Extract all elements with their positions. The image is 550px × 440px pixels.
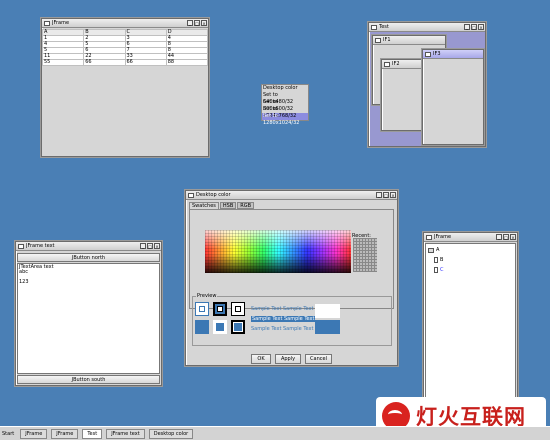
jframe-table-window[interactable]: JFrame _ □ × A B C D 1 2 3 4 4 5 6 8 5 6 7 8 11 22 33 44 5… xyxy=(41,18,209,157)
maximize-icon[interactable]: □ xyxy=(471,24,477,30)
iconify-icon[interactable]: _ xyxy=(464,24,470,30)
menu-header: Desktop color xyxy=(263,85,298,91)
title-bar[interactable]: Desktop color _ □ × xyxy=(186,191,397,200)
data-table[interactable]: A B C D 1 2 3 4 4 5 6 8 5 6 7 8 11 22 33 44 55 66 66 88 xyxy=(41,29,209,66)
start-button[interactable]: Start xyxy=(2,431,14,437)
table-scroll[interactable]: A B C D 1 2 3 4 4 5 6 8 5 6 7 8 11 22 33 44 55 66 66 88 xyxy=(41,29,209,156)
task-button[interactable]: JFrame text xyxy=(106,428,145,439)
preview-label: Preview xyxy=(196,293,218,299)
south-button[interactable]: JButton south xyxy=(17,375,160,384)
window-icon xyxy=(371,24,377,30)
maximize-icon[interactable]: □ xyxy=(147,243,153,249)
window-title: JFrame text xyxy=(26,243,55,249)
sample-text: Sample Text xyxy=(283,316,316,322)
tree-node-root[interactable]: A xyxy=(428,245,513,255)
sample-text: Sample Text xyxy=(251,316,284,322)
table-cell[interactable]: 55 xyxy=(41,59,85,66)
menu-item-640[interactable]: Set to 640x480/32 xyxy=(262,92,308,105)
frame-title: IF1 xyxy=(383,37,391,43)
taskbar: Start JFrame JFrame Test JFrame text Des… xyxy=(0,426,550,440)
table-cell[interactable]: 66 xyxy=(83,59,126,66)
table-row[interactable]: 55 66 66 88 xyxy=(41,59,209,66)
title-bar[interactable]: JFrame text _ □ × xyxy=(16,242,161,251)
close-icon[interactable]: × xyxy=(154,243,160,249)
tab-swatches[interactable]: Swatches xyxy=(189,202,219,209)
color-swatch-grid[interactable] xyxy=(205,230,351,273)
tab-hsb[interactable]: HSB xyxy=(219,202,237,209)
table-cell[interactable]: 88 xyxy=(165,59,209,66)
window-icon xyxy=(426,234,432,240)
frame-icon xyxy=(425,51,431,57)
desktop-popup-menu[interactable]: Desktop color Set to 640x480/32 Set to 8… xyxy=(261,84,309,126)
window-title: JFrame xyxy=(52,20,70,26)
frame-icon xyxy=(375,37,381,43)
window-icon xyxy=(188,192,194,198)
title-bar[interactable]: JFrame _ □ × xyxy=(424,233,517,242)
north-button[interactable]: JButton north xyxy=(17,253,160,262)
jframe-text-window[interactable]: JFrame text _ □ × JButton north JTextArea … xyxy=(15,241,162,386)
recent-swatches[interactable] xyxy=(353,238,377,272)
text-area[interactable]: JTextArea text abc 123 xyxy=(17,263,160,374)
tree-node[interactable]: C xyxy=(428,265,513,275)
title-bar[interactable]: Test _ □ × xyxy=(369,23,485,32)
internal-frame-if3[interactable]: IF3 xyxy=(422,49,484,145)
title-bar[interactable]: JFrame _ □ × xyxy=(42,19,208,28)
maximize-icon[interactable]: □ xyxy=(194,20,200,26)
title-bar[interactable]: IF3 xyxy=(423,50,483,59)
task-button[interactable]: Desktop color xyxy=(148,428,194,439)
title-bar[interactable]: IF1 xyxy=(373,36,445,45)
maximize-icon[interactable]: □ xyxy=(383,192,389,198)
window-icon xyxy=(44,20,50,26)
window-title: Test xyxy=(379,24,389,30)
window-title: JFrame xyxy=(434,234,452,240)
task-button[interactable]: JFrame xyxy=(20,428,48,439)
test-window[interactable]: Test _ □ × IF1 IF2 IF3 xyxy=(368,22,486,147)
window-icon xyxy=(18,243,24,249)
task-button-active[interactable]: Test xyxy=(82,428,103,439)
frame-title: IF3 xyxy=(433,51,441,57)
jframe-tree-window[interactable]: JFrame _ □ × A B C xyxy=(423,232,518,402)
close-icon[interactable]: × xyxy=(510,234,516,240)
task-button[interactable]: JFrame xyxy=(51,428,79,439)
folder-icon xyxy=(428,247,434,253)
sample-text: Sample Text xyxy=(283,306,314,312)
table-cell[interactable]: 66 xyxy=(124,59,167,66)
tree-node-label: C xyxy=(440,267,444,273)
file-icon xyxy=(434,257,438,263)
tab-rgb[interactable]: RGB xyxy=(237,202,255,209)
frame-icon xyxy=(384,61,390,67)
cancel-button[interactable]: Cancel xyxy=(305,354,332,364)
iconify-icon[interactable]: _ xyxy=(376,192,382,198)
ok-button[interactable]: OK xyxy=(251,354,271,364)
iconify-icon[interactable]: _ xyxy=(496,234,502,240)
close-icon[interactable]: × xyxy=(201,20,207,26)
iconify-icon[interactable]: _ xyxy=(140,243,146,249)
desktop-color-dialog[interactable]: Desktop color _ □ × Swatches HSB RGB Recen… xyxy=(185,190,398,366)
close-icon[interactable]: × xyxy=(390,192,396,198)
tree-node-label: B xyxy=(440,257,444,263)
file-icon xyxy=(434,267,438,273)
sample-text: Sample Text xyxy=(251,306,282,312)
tree-view[interactable]: A B C xyxy=(425,243,516,400)
apply-button[interactable]: Apply xyxy=(275,354,301,364)
maximize-icon[interactable]: □ xyxy=(503,234,509,240)
close-icon[interactable]: × xyxy=(478,24,484,30)
dialog-title: Desktop color xyxy=(196,192,231,198)
tree-node[interactable]: B xyxy=(428,255,513,265)
sample-text: Sample Text xyxy=(283,326,314,332)
iconify-icon[interactable]: _ xyxy=(187,20,193,26)
tree-node-label: A xyxy=(436,247,440,253)
sample-text: Sample Text xyxy=(251,326,282,332)
preview-samples: Sample Text Sample Text Sample Text Samp… xyxy=(195,300,340,338)
